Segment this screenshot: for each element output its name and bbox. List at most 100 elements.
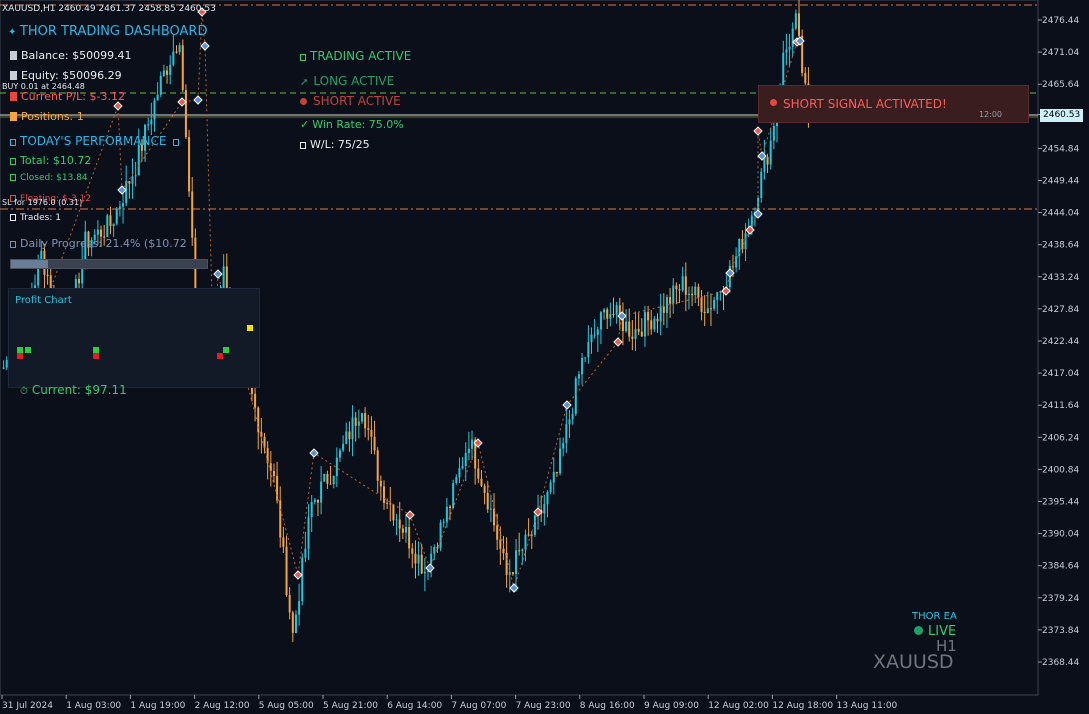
profit-marker <box>17 347 23 353</box>
candle-body <box>452 482 455 508</box>
candle-body <box>276 475 279 501</box>
trade-marker <box>405 510 415 520</box>
candle-body <box>480 478 483 486</box>
candle-body <box>269 463 272 471</box>
y-tick-label: 2368.44 <box>1042 658 1079 668</box>
candle-body <box>713 299 716 309</box>
candle-body <box>329 483 332 485</box>
win-rate-label: ✓ Win Rate: 75.0% <box>300 118 404 131</box>
candle-body <box>291 612 294 633</box>
candle-body <box>181 45 184 91</box>
candle-body <box>96 229 99 235</box>
candle-body <box>499 539 502 549</box>
long-active-label: ➚ LONG ACTIVE <box>300 74 395 88</box>
candle-body <box>285 546 288 596</box>
candle-body <box>184 90 187 138</box>
trade-marker <box>753 126 763 136</box>
candle-body <box>351 417 354 440</box>
candle-body <box>628 321 631 337</box>
candle-body <box>489 508 492 510</box>
candle-body <box>436 547 439 549</box>
candle-body <box>125 181 128 204</box>
candle-body <box>496 525 499 540</box>
candle-body <box>162 70 165 76</box>
candle-body <box>159 75 162 95</box>
candle-body <box>449 506 452 508</box>
candle-body <box>769 140 772 165</box>
y-tick-label: 2417.04 <box>1042 369 1079 379</box>
candle-body <box>335 457 338 476</box>
candle-body <box>599 312 602 330</box>
candle-body <box>505 552 508 575</box>
candle-body <box>301 557 304 602</box>
calendar-icon <box>10 139 16 146</box>
candle-body <box>593 334 596 336</box>
profit-marker <box>247 325 253 331</box>
candle-body <box>691 293 694 296</box>
candle-body <box>609 314 612 319</box>
candle-body <box>464 452 467 467</box>
x-tick-label: 1 Aug 03:00 <box>66 701 121 711</box>
y-tick-label: 2476.44 <box>1042 16 1079 26</box>
progress-icon <box>10 241 16 248</box>
candle-body <box>700 297 703 312</box>
candle-body <box>527 534 530 536</box>
candle-body <box>744 232 747 249</box>
candle-body <box>106 215 109 238</box>
candle-body <box>282 537 285 547</box>
candle-body <box>386 502 389 504</box>
candle-body <box>46 274 49 276</box>
daily-progress-label: Daily Progress: 21.4% ($10.72 <box>10 238 187 249</box>
candle-body <box>766 156 769 165</box>
y-tick-label: 2449.44 <box>1042 177 1079 187</box>
candle-body <box>439 522 442 549</box>
trading-active-label: TRADING ACTIVE <box>300 50 411 62</box>
y-tick-label: 2433.24 <box>1042 273 1079 283</box>
rocket-icon: ➚ <box>300 77 309 88</box>
x-tick-label: 1 Aug 19:00 <box>130 701 185 711</box>
candle-body <box>398 519 401 529</box>
candle-body <box>709 308 712 310</box>
trade-marker <box>509 583 519 593</box>
signal-time: 12:00 <box>978 110 1002 119</box>
candle-body <box>546 491 549 505</box>
status-icon <box>300 54 306 61</box>
profit-marker <box>17 353 23 359</box>
trade-marker <box>613 337 623 347</box>
x-tick-label: 5 Aug 21:00 <box>323 701 378 711</box>
trades-label: Trades: 1 <box>10 214 61 223</box>
candle-body <box>178 45 181 53</box>
candle-body <box>323 473 326 482</box>
balance-label: Balance: $50099.41 <box>10 50 132 61</box>
candle-body <box>511 572 514 575</box>
candle-body <box>115 208 118 224</box>
candle-body <box>348 431 351 440</box>
candle-body <box>706 308 709 313</box>
signal-text: SHORT SIGNAL ACTIVATED! <box>783 97 947 111</box>
timer-icon: ⏱ <box>20 386 28 397</box>
candle-body <box>134 175 137 177</box>
candle-body <box>408 526 411 549</box>
candle-body <box>395 519 398 521</box>
candle-body <box>354 417 357 426</box>
candle-body <box>254 393 257 408</box>
candle-body <box>370 429 373 437</box>
y-tick-label: 2444.04 <box>1042 209 1079 219</box>
trade-marker <box>309 448 319 458</box>
candle-body <box>175 51 178 53</box>
candle-body <box>634 328 637 339</box>
candle-body <box>128 181 131 184</box>
y-tick-label: 2384.64 <box>1042 562 1079 572</box>
y-tick-label: 2465.64 <box>1042 80 1079 90</box>
candle-body <box>568 419 571 425</box>
signal-alert[interactable]: SHORT SIGNAL ACTIVATED! 12:00 <box>758 85 1029 123</box>
current-price-tag: 2460.53 <box>1040 109 1083 122</box>
candle-body <box>420 554 423 574</box>
candle-body <box>782 52 785 86</box>
candle-body <box>423 571 426 574</box>
candle-body <box>345 431 348 444</box>
y-tick-label: 2422.44 <box>1042 337 1079 347</box>
x-tick-label: 2 Aug 12:00 <box>195 701 250 711</box>
profit-chart-title: Profit Chart <box>15 295 72 306</box>
win-loss-label: W/L: 75/25 <box>300 139 370 150</box>
